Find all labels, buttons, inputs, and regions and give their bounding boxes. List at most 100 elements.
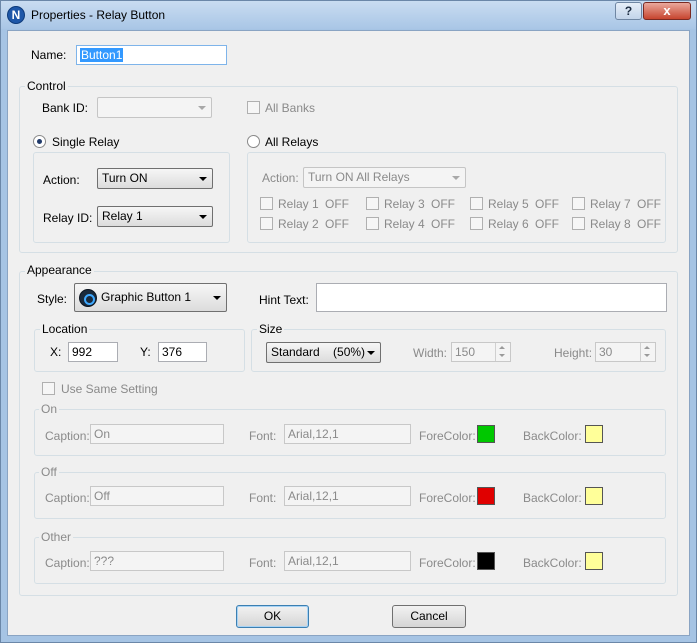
on-forecolor-label: ForeColor: xyxy=(419,429,476,443)
on-caption-label: Caption: xyxy=(45,429,90,443)
other-font-input[interactable]: Arial,12,1 xyxy=(284,551,411,571)
height-spinner[interactable] xyxy=(640,343,654,361)
relay-5-state: OFF xyxy=(535,197,559,211)
all-banks-checkbox[interactable] xyxy=(247,101,260,114)
location-x-value: 992 xyxy=(72,345,93,359)
width-spinner[interactable] xyxy=(495,343,509,361)
relay-8-label: Relay 8 xyxy=(590,217,631,231)
relay-2-checkbox[interactable] xyxy=(260,217,273,230)
other-font-label: Font: xyxy=(249,556,277,570)
on-caption-input[interactable]: On xyxy=(90,424,224,444)
relay-8-state: OFF xyxy=(637,217,661,231)
on-forecolor-swatch[interactable] xyxy=(477,425,495,443)
on-font-input[interactable]: Arial,12,1 xyxy=(284,424,411,444)
spin-up-icon xyxy=(499,346,505,349)
off-caption-value: Off xyxy=(94,489,110,503)
off-font-input[interactable]: Arial,12,1 xyxy=(284,486,411,506)
help-button[interactable]: ? xyxy=(615,2,642,20)
height-label: Height: xyxy=(554,346,593,360)
single-relay-radio[interactable] xyxy=(33,135,46,148)
title-bar[interactable]: N Properties - Relay Button ? x xyxy=(1,1,696,29)
chevron-down-icon xyxy=(199,177,207,181)
action-value: Turn ON xyxy=(102,171,148,185)
all-relays-action-value: Turn ON All Relays xyxy=(308,170,410,184)
on-backcolor-swatch[interactable] xyxy=(585,425,603,443)
off-font-value: Arial,12,1 xyxy=(288,489,339,503)
relay-4-state: OFF xyxy=(431,217,455,231)
location-group-title: Location xyxy=(40,322,90,336)
other-caption-value: ??? xyxy=(94,554,115,568)
all-relays-action-select[interactable]: Turn ON All Relays xyxy=(303,167,466,188)
style-label: Style: xyxy=(37,292,68,306)
other-caption-label: Caption: xyxy=(45,556,90,570)
spin-up-icon xyxy=(644,346,650,349)
relay-id-value: Relay 1 xyxy=(102,209,143,223)
location-y-label: Y: xyxy=(140,345,151,359)
relay-6-checkbox[interactable] xyxy=(470,217,483,230)
all-relays-radio[interactable] xyxy=(247,135,260,148)
all-relays-action-label: Action: xyxy=(262,171,299,185)
chevron-down-icon xyxy=(199,215,207,219)
relay-4-label: Relay 4 xyxy=(384,217,425,231)
relay-1-checkbox[interactable] xyxy=(260,197,273,210)
relay-6-state: OFF xyxy=(535,217,559,231)
relay-3-checkbox[interactable] xyxy=(366,197,379,210)
relay-4-checkbox[interactable] xyxy=(366,217,379,230)
chevron-down-icon xyxy=(452,176,460,180)
name-value: Button1 xyxy=(80,48,124,62)
off-state-title: Off xyxy=(39,465,59,479)
relay-5-label: Relay 5 xyxy=(488,197,529,211)
off-backcolor-swatch[interactable] xyxy=(585,487,603,505)
other-forecolor-swatch[interactable] xyxy=(477,552,495,570)
appearance-group-title: Appearance xyxy=(25,263,94,277)
off-caption-input[interactable]: Off xyxy=(90,486,224,506)
other-backcolor-swatch[interactable] xyxy=(585,552,603,570)
relay-8-checkbox[interactable] xyxy=(572,217,585,230)
relay-7-checkbox[interactable] xyxy=(572,197,585,210)
relay-id-label: Relay ID: xyxy=(43,211,93,225)
location-x-label: X: xyxy=(50,345,62,359)
other-caption-input[interactable]: ??? xyxy=(90,551,224,571)
hint-text-input[interactable] xyxy=(316,283,667,312)
control-group-title: Control xyxy=(25,79,68,93)
action-label: Action: xyxy=(43,173,80,187)
relay-2-label: Relay 2 xyxy=(278,217,319,231)
relay-5-checkbox[interactable] xyxy=(470,197,483,210)
location-y-input[interactable]: 376 xyxy=(158,342,207,362)
relay-id-select[interactable]: Relay 1 xyxy=(97,206,213,227)
relay-7-label: Relay 7 xyxy=(590,197,631,211)
bank-id-label: Bank ID: xyxy=(42,101,89,115)
width-label: Width: xyxy=(413,346,448,360)
app-icon: N xyxy=(7,6,25,24)
location-y-value: 376 xyxy=(162,345,183,359)
location-x-input[interactable]: 992 xyxy=(68,342,118,362)
relay-7-state: OFF xyxy=(637,197,661,211)
use-same-setting-checkbox[interactable] xyxy=(42,382,55,395)
off-forecolor-swatch[interactable] xyxy=(477,487,495,505)
name-label: Name: xyxy=(31,48,67,62)
close-button[interactable]: x xyxy=(643,2,691,20)
size-group-title: Size xyxy=(257,322,285,336)
bank-id-select[interactable] xyxy=(97,97,212,118)
action-select[interactable]: Turn ON xyxy=(97,168,213,189)
chevron-down-icon xyxy=(198,106,206,110)
off-forecolor-label: ForeColor: xyxy=(419,491,476,505)
hint-text-label: Hint Text: xyxy=(259,293,309,307)
single-relay-group xyxy=(33,152,230,243)
chevron-down-icon xyxy=(367,351,375,355)
relay-3-label: Relay 3 xyxy=(384,197,425,211)
chevron-down-icon xyxy=(213,296,221,300)
ok-button[interactable]: OK xyxy=(236,605,309,628)
dialog-client: Name: Button1 Control Bank ID: All Banks… xyxy=(7,30,690,636)
other-font-value: Arial,12,1 xyxy=(288,554,339,568)
other-state-title: Other xyxy=(39,530,74,544)
power-button-icon xyxy=(79,289,97,307)
name-input[interactable]: Button1 xyxy=(76,45,227,65)
relay-2-state: OFF xyxy=(325,217,349,231)
size-select[interactable]: Standard (50%) xyxy=(266,342,381,363)
cancel-button[interactable]: Cancel xyxy=(392,605,466,628)
relay-1-label: Relay 1 xyxy=(278,197,319,211)
spin-down-icon xyxy=(644,354,650,357)
style-select[interactable]: Graphic Button 1 xyxy=(74,283,227,312)
all-relays-label: All Relays xyxy=(265,135,319,149)
